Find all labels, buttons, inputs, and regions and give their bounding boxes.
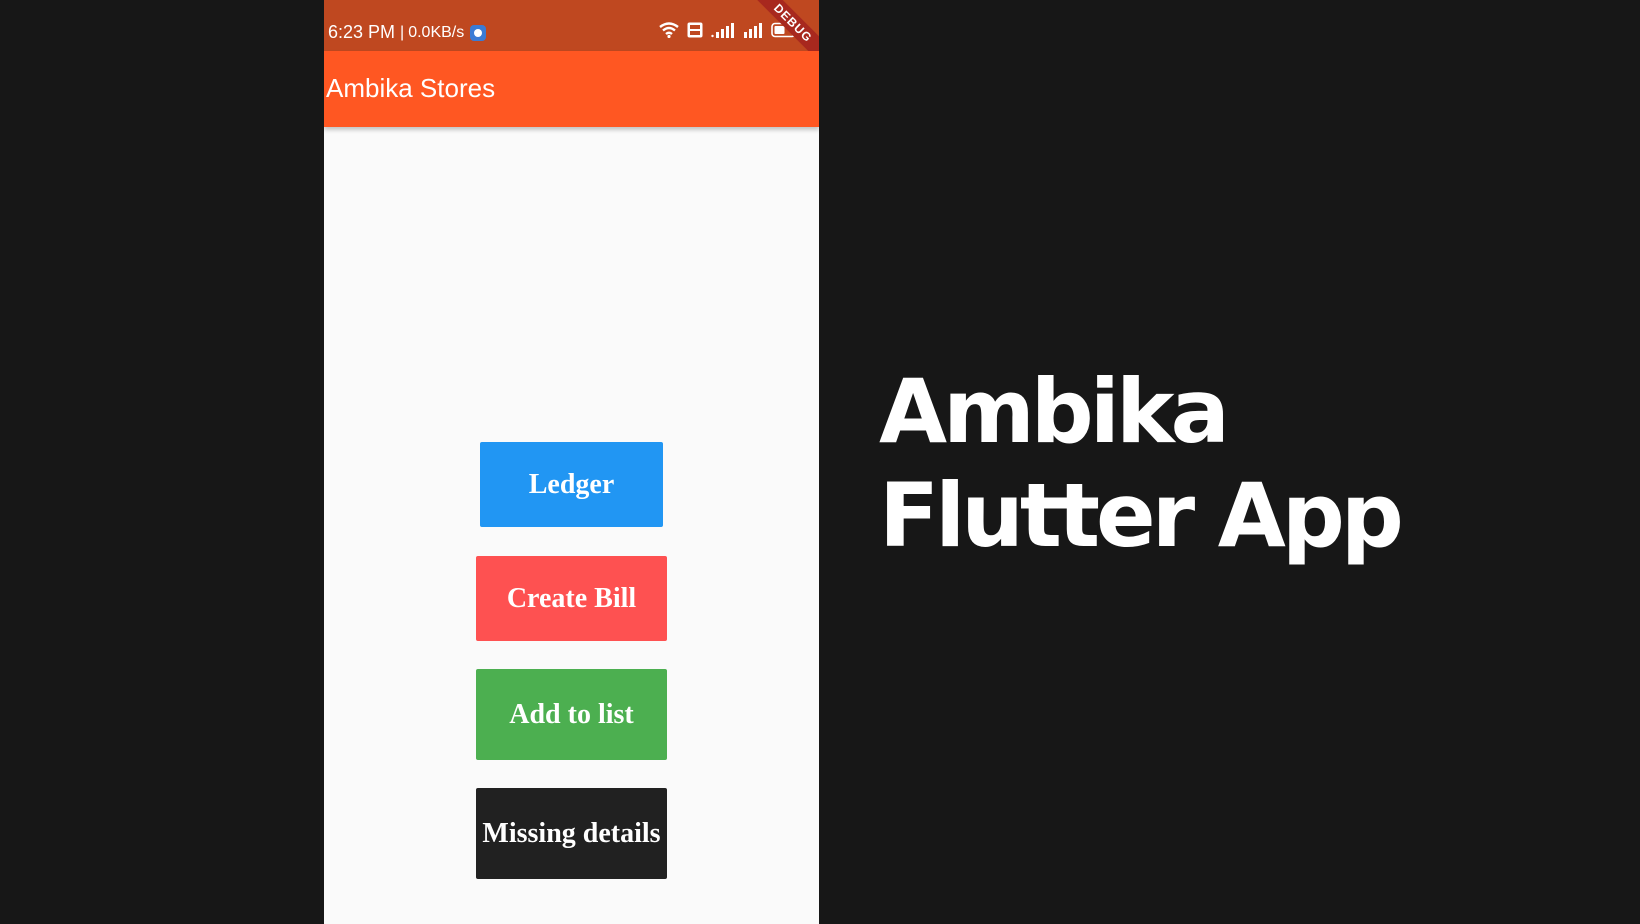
status-network-speed: 0.0KB/s (408, 23, 465, 41)
missing-details-button[interactable]: Missing details (476, 788, 667, 879)
add-to-list-button[interactable]: Add to list (476, 669, 667, 760)
status-bar: 6:23 PM | 0.0KB/s DEBUG (324, 0, 819, 72)
video-title: Ambika Flutter App (879, 360, 1404, 568)
phone-screen: 6:23 PM | 0.0KB/s DEBUG Ambika Stores Le… (324, 0, 819, 924)
wifi-icon (659, 22, 679, 38)
create-bill-button[interactable]: Create Bill (476, 556, 667, 641)
status-separator: | (400, 23, 405, 41)
video-title-line-1: Ambika (879, 360, 1230, 463)
app-title: Ambika Stores (326, 73, 496, 103)
volte-icon (687, 22, 703, 38)
status-time: 6:23 PM (328, 22, 396, 42)
status-left: 6:23 PM | 0.0KB/s (328, 22, 487, 43)
app-notification-icon (470, 24, 487, 41)
video-title-line-2: Flutter App (879, 464, 1404, 567)
signal-icon (711, 22, 735, 38)
app-bar: Ambika Stores (324, 51, 819, 127)
signal-icon (743, 22, 763, 38)
status-right (659, 22, 799, 38)
ledger-button[interactable]: Ledger (480, 442, 663, 527)
